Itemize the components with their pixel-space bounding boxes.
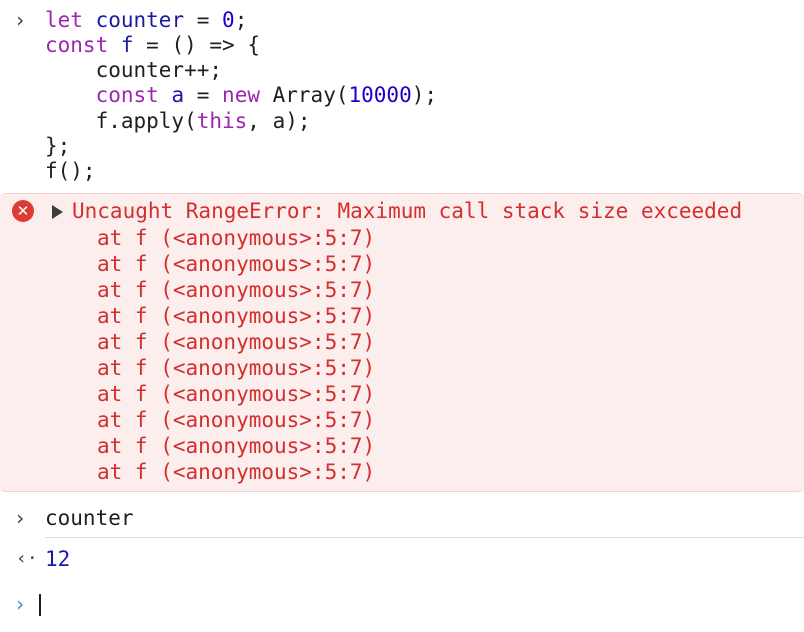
stack-frame[interactable]: at f (<anonymous>:5:7) bbox=[97, 329, 375, 355]
code-token: 10000 bbox=[348, 83, 412, 107]
code-token: f.apply( bbox=[45, 109, 197, 133]
code-line: f.apply(this, a); bbox=[45, 108, 311, 134]
code-line: counter++; bbox=[45, 57, 222, 83]
result-value[interactable]: 12 bbox=[45, 546, 70, 572]
stack-frame[interactable]: at f (<anonymous>:5:7) bbox=[97, 277, 375, 303]
code-line: const f = () => { bbox=[45, 32, 260, 58]
code-token: const bbox=[45, 33, 109, 57]
stack-frame[interactable]: at f (<anonymous>:5:7) bbox=[97, 433, 375, 459]
stack-frame[interactable]: at f (<anonymous>:5:7) bbox=[97, 225, 375, 251]
code-line: const a = new Array(10000); bbox=[45, 82, 437, 108]
code-line: }; bbox=[45, 133, 70, 159]
stack-frame[interactable]: at f (<anonymous>:5:7) bbox=[97, 407, 375, 433]
code-token: , a); bbox=[247, 109, 311, 133]
text-caret[interactable] bbox=[39, 594, 41, 616]
code-token: new bbox=[222, 83, 260, 107]
code-token: Array( bbox=[259, 83, 349, 107]
active-prompt-chevron-icon: › bbox=[14, 592, 27, 616]
code-token: ); bbox=[411, 83, 438, 107]
expand-triangle-icon[interactable] bbox=[52, 205, 63, 219]
code-token: this bbox=[196, 109, 248, 133]
code-token: = bbox=[184, 8, 223, 32]
code-token: a bbox=[171, 83, 185, 107]
code-line: let counter = 0; bbox=[45, 7, 247, 33]
input-prompt-chevron-icon: › bbox=[14, 8, 27, 32]
code-token: counter bbox=[95, 8, 185, 32]
code-token: }; bbox=[45, 134, 71, 158]
code-token: 0 bbox=[222, 8, 235, 32]
stack-frame[interactable]: at f (<anonymous>:5:7) bbox=[97, 251, 375, 277]
code-line: f(); bbox=[45, 158, 96, 184]
error-message[interactable]: Uncaught RangeError: Maximum call stack … bbox=[72, 198, 742, 224]
stack-frame[interactable]: at f (<anonymous>:5:7) bbox=[97, 459, 375, 485]
code-token: const bbox=[95, 83, 159, 107]
code-token: = bbox=[184, 83, 223, 107]
command-input-text: counter bbox=[45, 506, 134, 530]
stack-frame[interactable]: at f (<anonymous>:5:7) bbox=[97, 303, 375, 329]
code-token: let bbox=[45, 8, 83, 32]
code-token: = () => { bbox=[133, 33, 260, 57]
stack-frame[interactable]: at f (<anonymous>:5:7) bbox=[97, 355, 375, 381]
code-token: ; bbox=[234, 8, 248, 32]
stack-frame[interactable]: at f (<anonymous>:5:7) bbox=[97, 381, 375, 407]
code-token: f bbox=[120, 33, 134, 57]
error-icon: ✕ bbox=[12, 200, 34, 222]
devtools-console: › let counter = 0; const f = () => { coun… bbox=[0, 0, 804, 632]
divider bbox=[45, 537, 804, 538]
code-token: f(); bbox=[45, 159, 96, 183]
code-token: counter++; bbox=[45, 58, 223, 82]
result-arrow-icon: ‹· bbox=[16, 548, 38, 569]
input-prompt-chevron-icon: › bbox=[14, 506, 27, 530]
